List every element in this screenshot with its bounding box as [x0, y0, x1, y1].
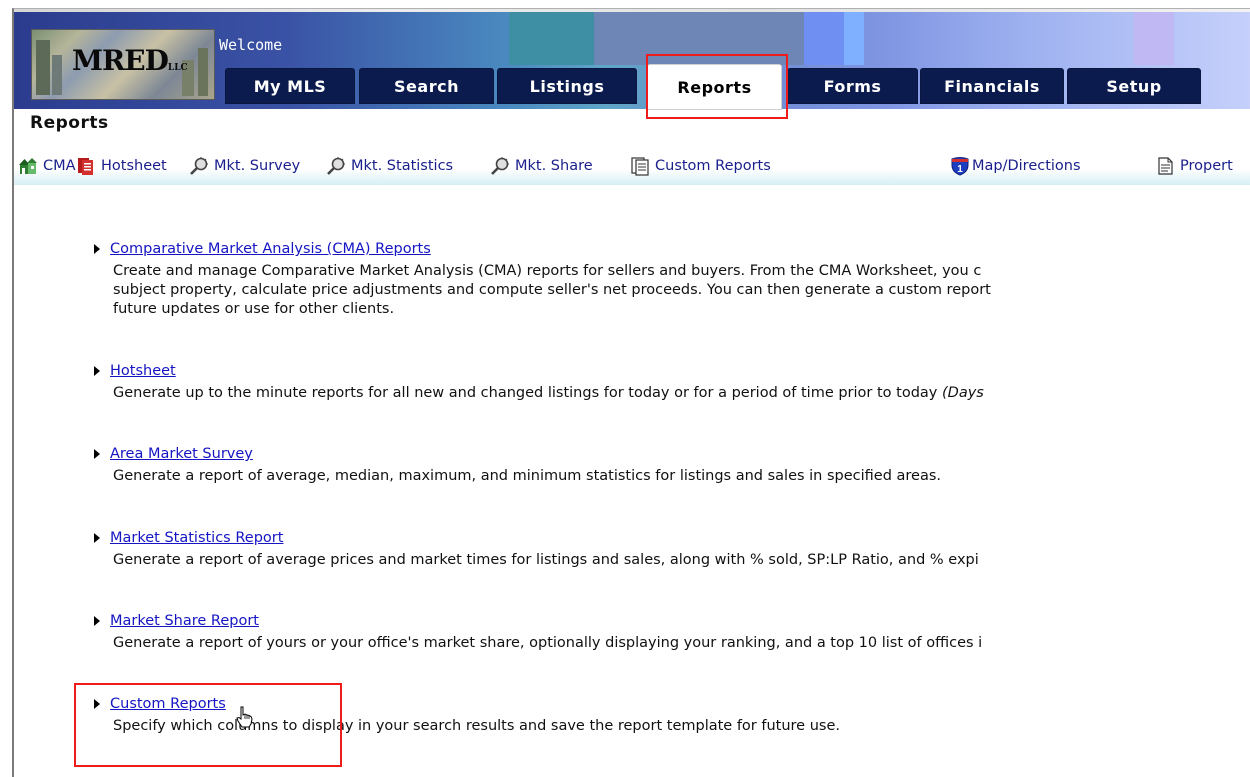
report-link-area-market-survey[interactable]: Area Market Survey [110, 446, 253, 462]
hand-cursor-icon [236, 706, 254, 728]
report-item-market-statistics: Market Statistics Report Generate a repo… [92, 528, 1250, 570]
subnav-label: Map/Directions [972, 158, 1081, 174]
bullet-arrow-icon [94, 449, 100, 459]
tab-my-mls[interactable]: My MLS [225, 68, 355, 104]
report-desc-cma: Create and manage Comparative Market Ana… [113, 262, 1250, 319]
bullet-arrow-icon [94, 533, 100, 543]
tab-listings[interactable]: Listings [497, 68, 637, 104]
subnav-label: Hotsheet [101, 158, 167, 174]
logo-building [36, 40, 50, 95]
app-frame: MREDLLC Welcome My MLS Search Listings R… [12, 8, 1250, 777]
report-link-custom-reports[interactable]: Custom Reports [110, 696, 226, 712]
desc-italic: (Days [942, 385, 984, 401]
mred-logo[interactable]: MREDLLC [31, 29, 215, 100]
subnav-custom-reports[interactable]: Custom Reports [630, 154, 771, 178]
subnav-label: Mkt. Share [515, 158, 593, 174]
tab-search[interactable]: Search [359, 68, 494, 104]
desc-line: Create and manage Comparative Market Ana… [113, 263, 982, 279]
desc-line: Generate a report of average prices and … [113, 552, 979, 568]
report-link-hotsheet[interactable]: Hotsheet [110, 363, 176, 379]
report-desc-market-statistics: Generate a report of average prices and … [113, 551, 1250, 570]
banner-block [844, 12, 864, 65]
bullet-arrow-icon [94, 244, 100, 254]
report-desc-market-share: Generate a report of yours or your offic… [113, 634, 1250, 653]
interstate-shield-icon: 1 [950, 156, 970, 176]
magnifier-icon [326, 156, 346, 176]
document-icon [1155, 156, 1175, 176]
desc-line: Specify which columns to display in your… [113, 718, 840, 734]
reports-list: Comparative Market Analysis (CMA) Report… [14, 185, 1250, 777]
hotsheet-icon [76, 156, 96, 176]
logo-building [198, 48, 208, 96]
report-link-cma[interactable]: Comparative Market Analysis (CMA) Report… [110, 241, 431, 257]
tab-forms[interactable]: Forms [787, 68, 918, 104]
subnav-mkt-statistics[interactable]: Mkt. Statistics [326, 154, 453, 178]
subnav-label: CMA [43, 158, 76, 174]
report-link-market-statistics[interactable]: Market Statistics Report [110, 530, 283, 546]
subnav-label: Mkt. Survey [214, 158, 301, 174]
welcome-label: Welcome [219, 36, 283, 54]
desc-line: Generate a report of yours or your offic… [113, 635, 983, 651]
desc-line: future updates or use for other clients. [113, 301, 395, 317]
report-item-cma: Comparative Market Analysis (CMA) Report… [92, 239, 1250, 319]
bullet-arrow-icon [94, 366, 100, 376]
banner-block [594, 12, 804, 65]
subnav-mkt-share[interactable]: Mkt. Share [490, 154, 593, 178]
subnav-label: Propert [1180, 158, 1233, 174]
subnav-label: Mkt. Statistics [351, 158, 454, 174]
report-item-custom-reports: Custom Reports Specify which columns to … [92, 694, 1250, 736]
report-item-area-market-survey: Area Market Survey Generate a report of … [92, 444, 1250, 486]
desc-line: Generate up to the minute reports for al… [113, 385, 942, 401]
report-desc-custom-reports: Specify which columns to display in your… [113, 717, 1250, 736]
magnifier-icon [189, 156, 209, 176]
logo-building [52, 55, 62, 95]
report-desc-area-market-survey: Generate a report of average, median, ma… [113, 467, 1250, 486]
tab-financials[interactable]: Financials [920, 68, 1064, 104]
house-icon [18, 156, 38, 176]
subnav-hotsheet[interactable]: Hotsheet [76, 154, 167, 178]
report-item-hotsheet: Hotsheet Generate up to the minute repor… [92, 361, 1250, 403]
bullet-arrow-icon [94, 699, 100, 709]
banner-block [1134, 12, 1174, 65]
desc-line: subject property, calculate price adjust… [113, 282, 991, 298]
svg-text:1: 1 [957, 164, 963, 175]
subnav-cma[interactable]: CMA [18, 154, 76, 178]
subnav-label: Custom Reports [655, 158, 771, 174]
logo-text: MREDLLC [72, 44, 188, 77]
subnav-map-directions[interactable]: 1 Map/Directions [950, 154, 1081, 178]
subnav-mkt-survey[interactable]: Mkt. Survey [189, 154, 300, 178]
subnav-property[interactable]: Propert [1155, 154, 1233, 178]
report-icon [630, 156, 650, 176]
desc-line: Generate a report of average, median, ma… [113, 468, 942, 484]
bullet-arrow-icon [94, 616, 100, 626]
report-desc-hotsheet: Generate up to the minute reports for al… [113, 384, 1250, 403]
tab-setup[interactable]: Setup [1067, 68, 1201, 104]
magnifier-icon [490, 156, 510, 176]
banner-block [509, 12, 594, 65]
report-link-market-share[interactable]: Market Share Report [110, 613, 259, 629]
banner-block [804, 12, 844, 65]
page-title: Reports [30, 113, 109, 133]
report-item-market-share: Market Share Report Generate a report of… [92, 611, 1250, 653]
header-banner: MREDLLC Welcome My MLS Search Listings R… [14, 12, 1250, 110]
tab-reports[interactable]: Reports [647, 64, 782, 110]
